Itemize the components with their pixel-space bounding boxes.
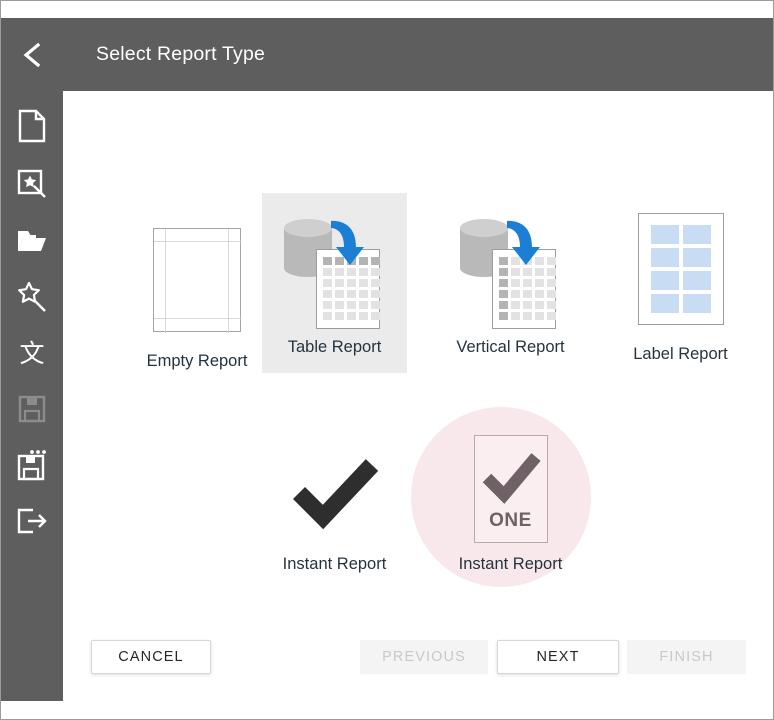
report-type-chooser: Empty Report Table Report Vertical Repor…	[63, 91, 773, 719]
instant-report-one-art: ONE	[473, 435, 548, 543]
blue-import-arrow-icon	[506, 220, 540, 265]
magic-wand-star-icon	[16, 281, 48, 313]
report-type-label-report[interactable]: Label Report	[608, 193, 753, 373]
floppy-disk-dots-icon	[17, 449, 47, 481]
empty-page-icon	[153, 228, 242, 333]
report-type-label: Table Report	[287, 338, 382, 356]
database-to-table-document-icon	[280, 213, 390, 329]
sidebar-item-save[interactable]	[1, 381, 63, 437]
page-header: Select Report Type	[1, 18, 773, 91]
report-type-label: Empty Report	[146, 352, 248, 370]
blue-import-arrow-icon	[330, 220, 364, 265]
checkmark-icon	[283, 438, 387, 542]
previous-button[interactable]: PREVIOUS	[360, 640, 488, 674]
page-title: Select Report Type	[96, 43, 266, 65]
finish-button[interactable]: FINISH	[627, 640, 746, 674]
sidebar-item-exit[interactable]	[1, 493, 63, 549]
one-badge-text: ONE	[489, 510, 532, 531]
sidebar-item-report-wizard[interactable]	[1, 157, 63, 213]
database-to-vertical-document-icon	[456, 213, 566, 329]
report-type-label: Vertical Report	[456, 338, 565, 356]
open-folder-icon	[16, 227, 48, 255]
report-type-label: Instant Report	[282, 555, 387, 573]
sidebar-item-open-report[interactable]	[1, 213, 63, 269]
report-type-label: Label Report	[633, 345, 728, 363]
report-type-instant-report-one[interactable]: ONE Instant Report	[438, 413, 583, 583]
label-page-icon	[637, 213, 724, 325]
sidebar-item-new-report[interactable]	[1, 98, 63, 154]
report-wizard-window: Select Report Type 文 Empty Report Table …	[0, 0, 774, 720]
cancel-button[interactable]: CANCEL	[91, 640, 211, 674]
report-type-table-report[interactable]: Table Report	[262, 193, 407, 373]
sidebar-item-text-language[interactable]: 文	[1, 325, 63, 381]
instant-report-art	[283, 438, 387, 542]
checkmark-one-boxed-icon: ONE	[473, 435, 548, 543]
sidebar: 文	[1, 91, 63, 701]
vertical-report-art	[456, 213, 566, 329]
chevron-left-icon	[20, 41, 44, 69]
page-icon	[17, 109, 47, 143]
exit-arrow-icon	[16, 507, 48, 535]
label-report-art	[637, 213, 724, 325]
report-type-instant-report[interactable]: Instant Report	[262, 413, 407, 583]
back-button[interactable]	[1, 18, 63, 91]
page-magic-wand-icon	[16, 168, 48, 202]
floppy-disk-icon	[18, 395, 46, 423]
report-type-label: Instant Report	[458, 555, 563, 573]
empty-report-art	[153, 228, 242, 333]
window-chrome-strip	[1, 1, 773, 18]
table-report-art	[280, 213, 390, 329]
cjk-text-icon: 文	[19, 338, 45, 368]
report-type-vertical-report[interactable]: Vertical Report	[438, 193, 583, 373]
sidebar-item-magic-wand[interactable]	[1, 269, 63, 325]
report-type-empty-report[interactable]: Empty Report	[123, 193, 271, 373]
next-button[interactable]: NEXT	[497, 640, 619, 674]
sidebar-item-save-as[interactable]	[1, 437, 63, 493]
